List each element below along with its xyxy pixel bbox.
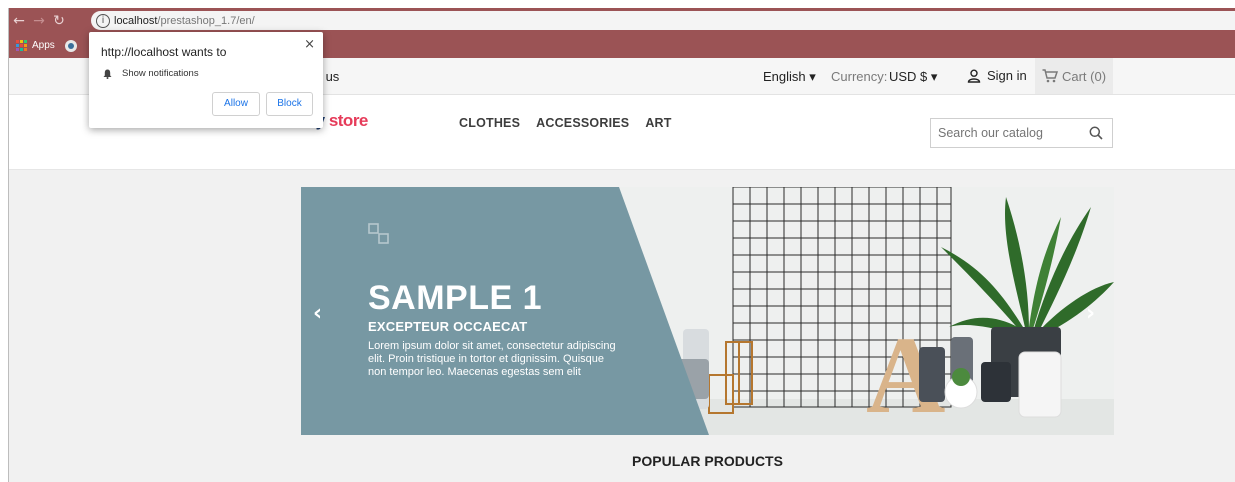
slide-subtitle: EXCEPTEUR OCCAECAT [368, 319, 528, 334]
slide-description: Lorem ipsum dolor sit amet, consectetur … [368, 340, 616, 378]
sign-in-label: Sign in [987, 68, 1027, 83]
slide-brand-mark-icon [368, 223, 389, 244]
slide-title: SAMPLE 1 [368, 279, 543, 317]
block-button[interactable]: Block [266, 92, 313, 116]
homepage-slider[interactable]: A SAMPLE 1 EXCEPTEUR OCCAECAT Lorem ipsu… [301, 187, 1114, 435]
slide-caption: SAMPLE 1 EXCEPTEUR OCCAECAT Lorem ipsum … [368, 223, 628, 379]
url-path: /prestashop_1.7/en/ [157, 14, 255, 27]
logo-text-store: store [328, 111, 369, 130]
forward-icon[interactable]: → [29, 13, 49, 29]
cart-button[interactable]: Cart (0) [1035, 58, 1113, 94]
sign-in-link[interactable]: Sign in [967, 68, 1027, 83]
cart-label: Cart (0) [1061, 68, 1107, 84]
language-selector[interactable]: English ▾ [763, 69, 816, 85]
menu-item-art[interactable]: ART [645, 116, 671, 130]
main-menu: CLOTHES ACCESSORIES ART [459, 116, 672, 130]
permission-label: Show notifications [122, 68, 199, 79]
search-input[interactable] [931, 119, 1071, 147]
back-icon[interactable]: ← [9, 13, 29, 29]
currency-label: Currency: [831, 69, 888, 84]
permission-row: Show notifications [103, 68, 199, 79]
search-box [930, 118, 1113, 148]
search-icon[interactable] [1089, 126, 1103, 140]
menu-item-accessories[interactable]: ACCESSORIES [536, 116, 629, 130]
bookmark-favicon-icon[interactable] [64, 39, 77, 52]
apps-grid-icon[interactable] [16, 40, 27, 51]
address-bar[interactable]: i localhost /prestashop_1.7/en/ [91, 11, 1235, 30]
bookmark-apps[interactable]: Apps [32, 40, 55, 51]
slider-prev-icon[interactable]: ‹ [313, 303, 329, 325]
user-icon [967, 68, 981, 83]
notification-permission-popup: http://localhost wants to × Show notific… [89, 32, 323, 128]
info-icon[interactable]: i [96, 13, 110, 28]
url-host: localhost [114, 14, 158, 27]
menu-item-clothes[interactable]: CLOTHES [459, 116, 520, 130]
popup-title: http://localhost wants to [101, 45, 227, 59]
bell-icon [103, 69, 112, 79]
slider-next-icon[interactable]: › [1086, 303, 1102, 325]
allow-button[interactable]: Allow [212, 92, 260, 116]
popular-products-heading: POPULAR PRODUCTS [632, 453, 783, 469]
reload-icon[interactable]: ↻ [49, 13, 69, 29]
shopping-cart-icon [1042, 69, 1058, 83]
currency-selector[interactable]: USD $ ▾ [889, 69, 937, 85]
close-icon[interactable]: × [304, 37, 315, 52]
url-bar-row: ← → ↻ i localhost /prestashop_1.7/en/ [9, 8, 1235, 33]
